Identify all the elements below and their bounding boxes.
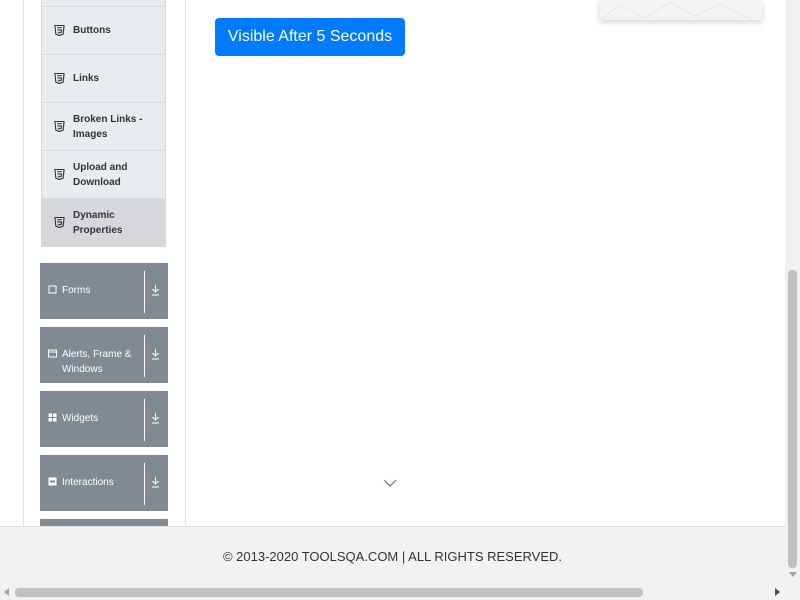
window-icon: [48, 349, 57, 358]
footer-copyright: © 2013-2020 TOOLSQA.COM | ALL RIGHTS RES…: [222, 549, 563, 564]
html5-icon: [54, 73, 65, 84]
html5-icon: [54, 25, 65, 36]
interactions-icon: [48, 477, 57, 486]
menu-item-label: Dynamic Properties: [73, 209, 123, 236]
group-header-label: Widgets: [62, 413, 99, 424]
menu-item-upload-download[interactable]: Upload and Download: [41, 151, 166, 199]
horizontal-scrollbar[interactable]: [0, 585, 800, 600]
main-content: Visible After 5 Seconds: [185, 0, 785, 526]
page: Buttons Links Broken Links - Images Uplo…: [0, 0, 785, 585]
download-arrow-icon[interactable]: [151, 476, 160, 488]
ad-pattern-graphic: [599, 1, 751, 21]
footer: © 2013-2020 TOOLSQA.COM | ALL RIGHTS RES…: [0, 526, 785, 585]
horizontal-scrollbar-thumb[interactable]: [15, 588, 643, 597]
group-header-divider: [144, 271, 145, 313]
download-arrow-icon[interactable]: [151, 412, 160, 424]
menu-item-label: Upload and Download: [73, 161, 128, 188]
menu-item-label: Links: [73, 73, 100, 84]
group-header-label: Interactions: [62, 477, 114, 488]
menu-item-dynamic-properties[interactable]: Dynamic Properties: [41, 199, 166, 247]
menu-item-label: Broken Links - Images: [73, 113, 143, 140]
form-icon: [48, 285, 57, 294]
menu-item-partial[interactable]: [41, 0, 166, 7]
elements-menu-list: Buttons Links Broken Links - Images Uplo…: [41, 0, 166, 247]
ad-banner: [599, 0, 762, 21]
group-header-label: Forms: [62, 285, 91, 296]
vertical-scrollbar[interactable]: [785, 0, 800, 585]
group-header-divider: [144, 335, 145, 377]
group-header-alerts[interactable]: Alerts, Frame & Windows: [40, 327, 168, 383]
html5-icon: [54, 217, 65, 228]
left-panel: Buttons Links Broken Links - Images Uplo…: [23, 0, 186, 526]
chevron-down-icon[interactable]: [383, 478, 397, 488]
scroll-down-arrow-icon[interactable]: [789, 572, 797, 577]
scroll-left-arrow-icon[interactable]: [4, 588, 9, 596]
vertical-scrollbar-thumb[interactable]: [788, 270, 797, 568]
widgets-grid-icon: [48, 413, 57, 422]
html5-icon: [54, 121, 65, 132]
group-header-divider: [144, 463, 145, 505]
group-header-divider: [144, 399, 145, 441]
download-arrow-icon[interactable]: [151, 284, 160, 296]
menu-item-label: Buttons: [73, 25, 111, 36]
html5-icon: [54, 169, 65, 180]
download-arrow-icon[interactable]: [151, 348, 160, 360]
group-header-partial[interactable]: [40, 519, 168, 526]
group-header-widgets[interactable]: Widgets: [40, 391, 168, 447]
menu-item-buttons[interactable]: Buttons: [41, 7, 166, 55]
menu-item-broken-links[interactable]: Broken Links - Images: [41, 103, 166, 151]
visible-after-5-seconds-button[interactable]: Visible After 5 Seconds: [215, 18, 405, 56]
group-header-interactions[interactable]: Interactions: [40, 455, 168, 511]
scroll-right-arrow-icon[interactable]: [775, 588, 780, 596]
menu-item-links[interactable]: Links: [41, 55, 166, 103]
group-header-forms[interactable]: Forms: [40, 263, 168, 319]
